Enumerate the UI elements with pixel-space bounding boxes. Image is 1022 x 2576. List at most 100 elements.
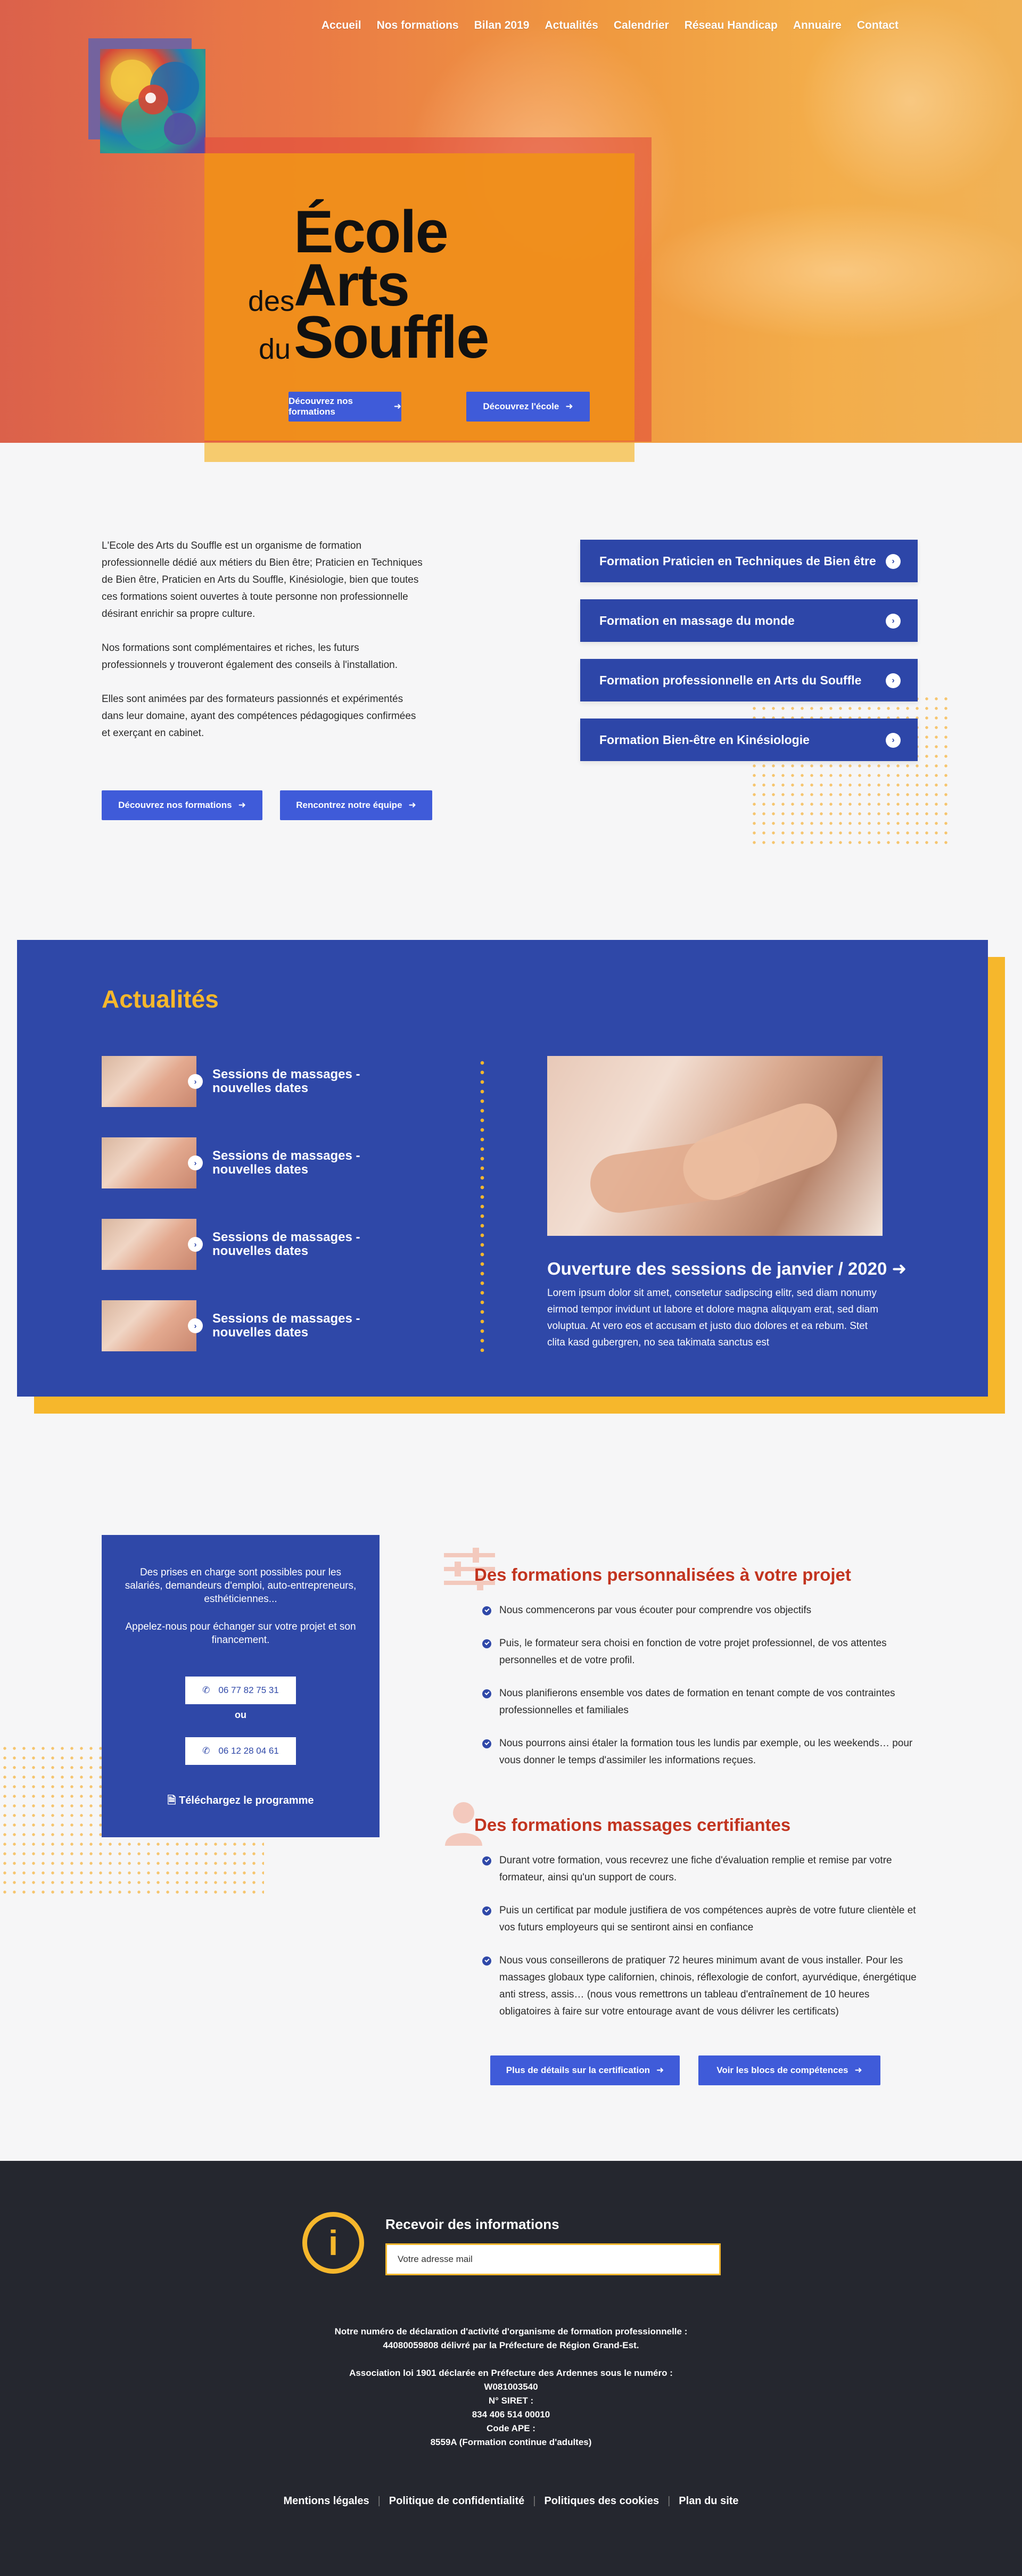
- document-icon: 🗎: [167, 1795, 179, 1806]
- hero-ecole-label: Découvrez l'école: [483, 401, 559, 411]
- contact-box: Des prises en charge sont possibles pour…: [102, 1535, 380, 1837]
- legal-line: N° SIRET :: [488, 2396, 534, 2406]
- list-item: Nous planifierons ensemble vos dates de …: [482, 1685, 919, 1719]
- legal-line: Code APE :: [487, 2423, 535, 2433]
- arrow-right-icon: ➜: [656, 2065, 664, 2075]
- intro-text: L'Ecole des Arts du Souffle est un organ…: [102, 538, 426, 759]
- legal-line: 834 406 514 00010: [472, 2409, 550, 2420]
- main-nav: Accueil Nos formations Bilan 2019 Actual…: [306, 19, 899, 32]
- download-program-link[interactable]: 🗎 Téléchargez le programme: [102, 1793, 380, 1811]
- hero-formations-button[interactable]: Découvrez nos formations ➜: [289, 392, 401, 422]
- info-icon: i: [302, 2212, 364, 2274]
- news-item[interactable]: › Sessions de massages - nouvelles dates: [102, 1137, 389, 1188]
- news-title: Actualités: [102, 985, 219, 1013]
- download-label: Téléchargez le programme: [179, 1795, 314, 1806]
- intro-formations-button[interactable]: Découvrez nos formations ➜: [102, 790, 262, 820]
- arrow-right-icon: ➜: [408, 800, 416, 810]
- formation-label: Formation Bien-être en Kinésiologie: [599, 732, 810, 747]
- phone-icon: ✆: [202, 1746, 210, 1756]
- footer-link-cookies[interactable]: Politiques des cookies: [544, 2495, 659, 2507]
- legal-line: 8559A (Formation continue d'adultes): [430, 2437, 592, 2447]
- chevron-circle-icon: ›: [188, 1318, 203, 1333]
- footer: i Recevoir des informations Votre adress…: [0, 2161, 1022, 2576]
- certif-blocs-button[interactable]: Voir les blocs de compétences ➜: [698, 2055, 880, 2085]
- intro-equipe-label: Rencontrez notre équipe: [296, 800, 402, 810]
- phone-button[interactable]: ✆ 06 77 82 75 31: [185, 1677, 296, 1704]
- arrow-right-icon: ➜: [892, 1259, 907, 1278]
- news-item[interactable]: › Sessions de massages - nouvelles dates: [102, 1300, 389, 1351]
- news-item[interactable]: › Sessions de massages - nouvelles dates: [102, 1056, 389, 1107]
- legal-line: Association loi 1901 déclarée en Préfect…: [349, 2368, 673, 2378]
- list-item: Puis, le formateur sera choisi en foncti…: [482, 1635, 919, 1669]
- news-feature-image[interactable]: [547, 1056, 883, 1236]
- hero-background-shade: [639, 202, 1022, 341]
- intro-paragraph: L'Ecole des Arts du Souffle est un organ…: [102, 540, 423, 620]
- certif-blocs-label: Voir les blocs de compétences: [716, 2065, 848, 2075]
- formation-label: Formation en massage du monde: [599, 613, 795, 628]
- formation-link-techniques[interactable]: Formation Praticien en Techniques de Bie…: [580, 540, 918, 582]
- arrow-right-icon: ➜: [854, 2065, 862, 2075]
- news-thumbnail: ›: [102, 1300, 203, 1351]
- intro-paragraph: Elles sont animées par des formateurs pa…: [102, 693, 416, 739]
- intro-equipe-button[interactable]: Rencontrez notre équipe ➜: [280, 790, 432, 820]
- list-item: Puis un certificat par module justifiera…: [482, 1902, 919, 1936]
- formation-label: Formation Praticien en Techniques de Bie…: [599, 554, 876, 568]
- phone-button[interactable]: ✆ 06 12 28 04 61: [185, 1737, 296, 1765]
- intro-paragraph: Nos formations sont complémentaires et r…: [102, 642, 398, 671]
- certif-details-button[interactable]: Plus de détails sur la certification ➜: [490, 2055, 680, 2085]
- news-thumbnail: ›: [102, 1219, 203, 1270]
- nav-actualites[interactable]: Actualités: [545, 19, 598, 32]
- formation-link-kinesiologie[interactable]: Formation Bien-être en Kinésiologie ›: [580, 719, 918, 761]
- link-separator: |: [533, 2495, 536, 2507]
- hand-shape: [674, 1094, 846, 1209]
- chevron-circle-icon: ›: [188, 1237, 203, 1252]
- certif-details-label: Plus de détails sur la certification: [506, 2065, 650, 2075]
- formation-label: Formation professionnelle en Arts du Sou…: [599, 673, 862, 687]
- nav-contact[interactable]: Contact: [857, 19, 899, 32]
- chevron-circle-icon: ›: [886, 673, 901, 688]
- site-logo[interactable]: [100, 49, 205, 153]
- chevron-circle-icon: ›: [188, 1155, 203, 1170]
- formation-link-massage[interactable]: Formation en massage du monde ›: [580, 599, 918, 642]
- legal-line: Notre numéro de déclaration d'activité d…: [334, 2326, 688, 2336]
- certif-title: Des formations massages certifiantes: [474, 1815, 791, 1835]
- nav-accueil[interactable]: Accueil: [322, 19, 361, 32]
- list-item: Nous vous conseillerons de pratiquer 72 …: [482, 1952, 919, 2020]
- hero-title-souffle: Souffle: [294, 304, 490, 370]
- nav-calendrier[interactable]: Calendrier: [614, 19, 669, 32]
- contact-text: Appelez-nous pour échanger sur votre pro…: [125, 1621, 356, 1646]
- phone-number: 06 12 28 04 61: [218, 1746, 279, 1756]
- news-item-label: Sessions de massages - nouvelles dates: [212, 1230, 360, 1258]
- footer-links: Mentions légales | Politique de confiden…: [0, 2495, 1022, 2507]
- footer-link-mentions[interactable]: Mentions légales: [283, 2495, 369, 2507]
- news-item-label: Sessions de massages - nouvelles dates: [212, 1067, 360, 1095]
- nav-reseau-handicap[interactable]: Réseau Handicap: [685, 19, 778, 32]
- nav-bilan[interactable]: Bilan 2019: [474, 19, 530, 32]
- intro-formations-label: Découvrez nos formations: [118, 800, 232, 810]
- chevron-circle-icon: ›: [886, 554, 901, 569]
- formation-link-souffle[interactable]: Formation professionnelle en Arts du Sou…: [580, 659, 918, 701]
- decorative-dots: [749, 694, 952, 844]
- news-feature-title[interactable]: Ouverture des sessions de janvier / 2020…: [547, 1258, 906, 1279]
- news-item-label: Sessions de massages - nouvelles dates: [212, 1149, 360, 1177]
- news-item-label: Sessions de massages - nouvelles dates: [212, 1311, 360, 1340]
- news-thumbnail: ›: [102, 1137, 203, 1188]
- news-item[interactable]: › Sessions de massages - nouvelles dates: [102, 1219, 389, 1270]
- link-separator: |: [667, 2495, 671, 2507]
- news-feature-title-text: Ouverture des sessions de janvier / 2020: [547, 1259, 887, 1278]
- email-field[interactable]: Votre adresse mail: [385, 2243, 721, 2275]
- list-item: Durant votre formation, vous recevrez un…: [482, 1852, 919, 1886]
- hero-title-du: du: [259, 333, 291, 365]
- arrow-right-icon: ➜: [393, 401, 401, 411]
- chevron-circle-icon: ›: [886, 733, 901, 748]
- nav-formations[interactable]: Nos formations: [377, 19, 459, 32]
- footer-link-confidentialite[interactable]: Politique de confidentialité: [389, 2495, 524, 2507]
- list-item: Nous pourrons ainsi étaler la formation …: [482, 1735, 919, 1769]
- news-divider: [480, 1058, 484, 1352]
- news-thumbnail: ›: [102, 1056, 203, 1107]
- chevron-circle-icon: ›: [886, 614, 901, 629]
- hero-ecole-button[interactable]: Découvrez l'école ➜: [466, 392, 590, 422]
- nav-annuaire[interactable]: Annuaire: [793, 19, 842, 32]
- footer-link-plan[interactable]: Plan du site: [679, 2495, 738, 2507]
- newsletter-title: Recevoir des informations: [385, 2216, 559, 2232]
